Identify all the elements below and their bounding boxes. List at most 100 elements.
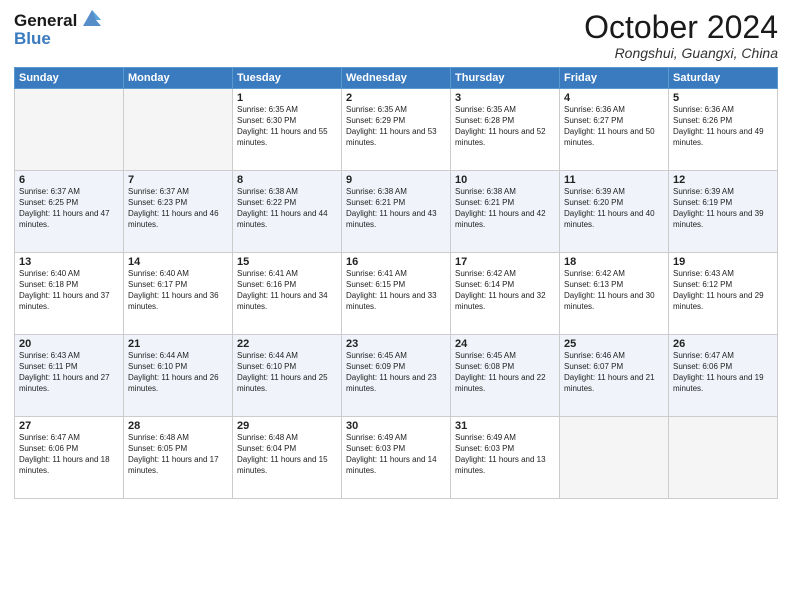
day-number: 3 — [455, 92, 555, 104]
day-number: 12 — [673, 174, 773, 186]
day-number: 8 — [237, 174, 337, 186]
calendar-cell: 3Sunrise: 6:35 AMSunset: 6:28 PMDaylight… — [451, 89, 560, 171]
day-number: 11 — [564, 174, 664, 186]
day-info: Sunrise: 6:35 AMSunset: 6:29 PMDaylight:… — [346, 105, 446, 148]
day-number: 16 — [346, 256, 446, 268]
day-number: 28 — [128, 420, 228, 432]
day-info: Sunrise: 6:36 AMSunset: 6:27 PMDaylight:… — [564, 105, 664, 148]
day-number: 5 — [673, 92, 773, 104]
logo-icon — [79, 6, 105, 32]
day-info: Sunrise: 6:38 AMSunset: 6:21 PMDaylight:… — [346, 187, 446, 230]
day-info: Sunrise: 6:42 AMSunset: 6:14 PMDaylight:… — [455, 269, 555, 312]
calendar-cell: 19Sunrise: 6:43 AMSunset: 6:12 PMDayligh… — [669, 253, 778, 335]
day-info: Sunrise: 6:40 AMSunset: 6:18 PMDaylight:… — [19, 269, 119, 312]
day-number: 7 — [128, 174, 228, 186]
day-info: Sunrise: 6:39 AMSunset: 6:19 PMDaylight:… — [673, 187, 773, 230]
weekday-header-monday: Monday — [124, 68, 233, 89]
day-number: 6 — [19, 174, 119, 186]
day-number: 4 — [564, 92, 664, 104]
day-number: 27 — [19, 420, 119, 432]
week-row-1: 1Sunrise: 6:35 AMSunset: 6:30 PMDaylight… — [15, 89, 778, 171]
day-info: Sunrise: 6:42 AMSunset: 6:13 PMDaylight:… — [564, 269, 664, 312]
day-info: Sunrise: 6:39 AMSunset: 6:20 PMDaylight:… — [564, 187, 664, 230]
day-info: Sunrise: 6:37 AMSunset: 6:25 PMDaylight:… — [19, 187, 119, 230]
day-info: Sunrise: 6:41 AMSunset: 6:16 PMDaylight:… — [237, 269, 337, 312]
day-info: Sunrise: 6:38 AMSunset: 6:22 PMDaylight:… — [237, 187, 337, 230]
day-info: Sunrise: 6:48 AMSunset: 6:05 PMDaylight:… — [128, 433, 228, 476]
calendar-cell: 5Sunrise: 6:36 AMSunset: 6:26 PMDaylight… — [669, 89, 778, 171]
calendar-cell: 6Sunrise: 6:37 AMSunset: 6:25 PMDaylight… — [15, 171, 124, 253]
day-info: Sunrise: 6:40 AMSunset: 6:17 PMDaylight:… — [128, 269, 228, 312]
weekday-header-sunday: Sunday — [15, 68, 124, 89]
day-info: Sunrise: 6:44 AMSunset: 6:10 PMDaylight:… — [237, 351, 337, 394]
logo-blue: Blue — [14, 30, 105, 49]
calendar: SundayMondayTuesdayWednesdayThursdayFrid… — [14, 67, 778, 499]
day-info: Sunrise: 6:35 AMSunset: 6:30 PMDaylight:… — [237, 105, 337, 148]
calendar-cell: 29Sunrise: 6:48 AMSunset: 6:04 PMDayligh… — [233, 417, 342, 499]
day-info: Sunrise: 6:43 AMSunset: 6:12 PMDaylight:… — [673, 269, 773, 312]
page: General Blue October 2024 Rongshui, Guan… — [0, 0, 792, 612]
day-number: 2 — [346, 92, 446, 104]
calendar-cell: 8Sunrise: 6:38 AMSunset: 6:22 PMDaylight… — [233, 171, 342, 253]
weekday-header-wednesday: Wednesday — [342, 68, 451, 89]
calendar-cell — [15, 89, 124, 171]
day-info: Sunrise: 6:45 AMSunset: 6:09 PMDaylight:… — [346, 351, 446, 394]
calendar-cell: 1Sunrise: 6:35 AMSunset: 6:30 PMDaylight… — [233, 89, 342, 171]
weekday-header-tuesday: Tuesday — [233, 68, 342, 89]
calendar-cell: 4Sunrise: 6:36 AMSunset: 6:27 PMDaylight… — [560, 89, 669, 171]
day-number: 17 — [455, 256, 555, 268]
day-number: 26 — [673, 338, 773, 350]
day-number: 30 — [346, 420, 446, 432]
day-number: 9 — [346, 174, 446, 186]
calendar-cell: 20Sunrise: 6:43 AMSunset: 6:11 PMDayligh… — [15, 335, 124, 417]
day-number: 13 — [19, 256, 119, 268]
day-info: Sunrise: 6:49 AMSunset: 6:03 PMDaylight:… — [455, 433, 555, 476]
day-info: Sunrise: 6:46 AMSunset: 6:07 PMDaylight:… — [564, 351, 664, 394]
day-number: 22 — [237, 338, 337, 350]
day-number: 31 — [455, 420, 555, 432]
weekday-header-friday: Friday — [560, 68, 669, 89]
day-info: Sunrise: 6:41 AMSunset: 6:15 PMDaylight:… — [346, 269, 446, 312]
week-row-2: 6Sunrise: 6:37 AMSunset: 6:25 PMDaylight… — [15, 171, 778, 253]
day-info: Sunrise: 6:47 AMSunset: 6:06 PMDaylight:… — [19, 433, 119, 476]
day-info: Sunrise: 6:37 AMSunset: 6:23 PMDaylight:… — [128, 187, 228, 230]
calendar-cell: 28Sunrise: 6:48 AMSunset: 6:05 PMDayligh… — [124, 417, 233, 499]
day-number: 20 — [19, 338, 119, 350]
day-info: Sunrise: 6:49 AMSunset: 6:03 PMDaylight:… — [346, 433, 446, 476]
calendar-cell: 2Sunrise: 6:35 AMSunset: 6:29 PMDaylight… — [342, 89, 451, 171]
calendar-cell: 18Sunrise: 6:42 AMSunset: 6:13 PMDayligh… — [560, 253, 669, 335]
weekday-header-thursday: Thursday — [451, 68, 560, 89]
calendar-cell: 23Sunrise: 6:45 AMSunset: 6:09 PMDayligh… — [342, 335, 451, 417]
calendar-cell: 14Sunrise: 6:40 AMSunset: 6:17 PMDayligh… — [124, 253, 233, 335]
calendar-cell: 13Sunrise: 6:40 AMSunset: 6:18 PMDayligh… — [15, 253, 124, 335]
calendar-cell: 17Sunrise: 6:42 AMSunset: 6:14 PMDayligh… — [451, 253, 560, 335]
week-row-4: 20Sunrise: 6:43 AMSunset: 6:11 PMDayligh… — [15, 335, 778, 417]
calendar-cell: 24Sunrise: 6:45 AMSunset: 6:08 PMDayligh… — [451, 335, 560, 417]
calendar-cell: 12Sunrise: 6:39 AMSunset: 6:19 PMDayligh… — [669, 171, 778, 253]
day-info: Sunrise: 6:35 AMSunset: 6:28 PMDaylight:… — [455, 105, 555, 148]
day-number: 23 — [346, 338, 446, 350]
calendar-cell: 30Sunrise: 6:49 AMSunset: 6:03 PMDayligh… — [342, 417, 451, 499]
calendar-cell: 22Sunrise: 6:44 AMSunset: 6:10 PMDayligh… — [233, 335, 342, 417]
header: General Blue October 2024 Rongshui, Guan… — [14, 10, 778, 61]
day-info: Sunrise: 6:45 AMSunset: 6:08 PMDaylight:… — [455, 351, 555, 394]
day-number: 15 — [237, 256, 337, 268]
day-number: 1 — [237, 92, 337, 104]
day-info: Sunrise: 6:36 AMSunset: 6:26 PMDaylight:… — [673, 105, 773, 148]
day-number: 29 — [237, 420, 337, 432]
calendar-cell: 7Sunrise: 6:37 AMSunset: 6:23 PMDaylight… — [124, 171, 233, 253]
day-number: 10 — [455, 174, 555, 186]
day-info: Sunrise: 6:44 AMSunset: 6:10 PMDaylight:… — [128, 351, 228, 394]
calendar-cell — [560, 417, 669, 499]
week-row-5: 27Sunrise: 6:47 AMSunset: 6:06 PMDayligh… — [15, 417, 778, 499]
day-number: 24 — [455, 338, 555, 350]
calendar-cell — [669, 417, 778, 499]
day-info: Sunrise: 6:43 AMSunset: 6:11 PMDaylight:… — [19, 351, 119, 394]
day-number: 14 — [128, 256, 228, 268]
location: Rongshui, Guangxi, China — [584, 45, 778, 61]
calendar-cell: 27Sunrise: 6:47 AMSunset: 6:06 PMDayligh… — [15, 417, 124, 499]
calendar-cell: 15Sunrise: 6:41 AMSunset: 6:16 PMDayligh… — [233, 253, 342, 335]
day-number: 21 — [128, 338, 228, 350]
day-info: Sunrise: 6:38 AMSunset: 6:21 PMDaylight:… — [455, 187, 555, 230]
calendar-cell: 31Sunrise: 6:49 AMSunset: 6:03 PMDayligh… — [451, 417, 560, 499]
